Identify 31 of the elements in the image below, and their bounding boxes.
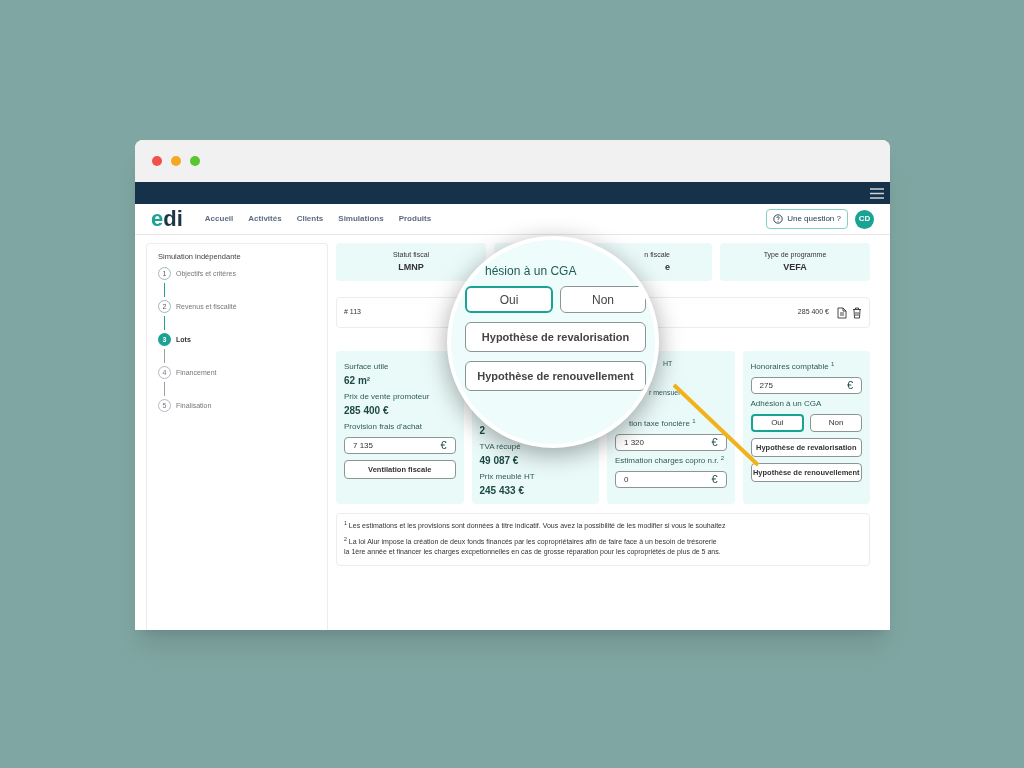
choice-button[interactable]: Oui [750,414,805,432]
nav-link[interactable]: Activités [248,213,282,225]
nav-link[interactable]: Accueil [204,213,234,225]
field-label: TVA récupé [479,441,521,453]
field-label: Prix meublé HT [479,471,535,483]
logo[interactable]: edi [151,208,183,230]
field-label: Surface utile [344,361,389,373]
option-button[interactable]: Hypothèse de revalorisation [465,322,646,352]
choice-button[interactable]: Non [810,414,862,432]
field-label: Adhésion à un CGA [750,398,822,410]
nav-link[interactable]: Produits [398,213,432,225]
amount-input[interactable]: 1 320 € [615,434,727,451]
option-button[interactable]: Hypothèse de renouvellement [465,361,646,391]
amount-input[interactable]: 275 € [750,377,862,394]
field-value: 285 400 € [344,405,389,417]
field-value: 49 087 € [479,455,519,467]
field-label: Estimation charges copro n.r. $^{2}$ [615,455,725,467]
field-label: Honoraires comptable $^{1}$ [750,361,835,373]
choice-button[interactable]: Non [560,286,646,313]
field-value: 245 433 € [479,485,524,497]
help-button[interactable]: Une question ? [766,209,848,229]
nav-link[interactable]: Clients [296,213,324,225]
amount-input[interactable]: 7 135 € [344,437,456,454]
field-label: Provision frais d'achat [344,421,422,433]
amount-input[interactable]: 0 € [615,471,727,488]
nav-link[interactable]: Simulations [338,213,384,225]
choice-button[interactable]: Oui [465,286,553,313]
field-label: Prix de vente promoteur [344,391,430,403]
field-value: 2 [479,425,486,437]
field-value: 62 m² [344,375,371,387]
field-label: tion taxe foncière $^{1}$ [629,418,696,430]
